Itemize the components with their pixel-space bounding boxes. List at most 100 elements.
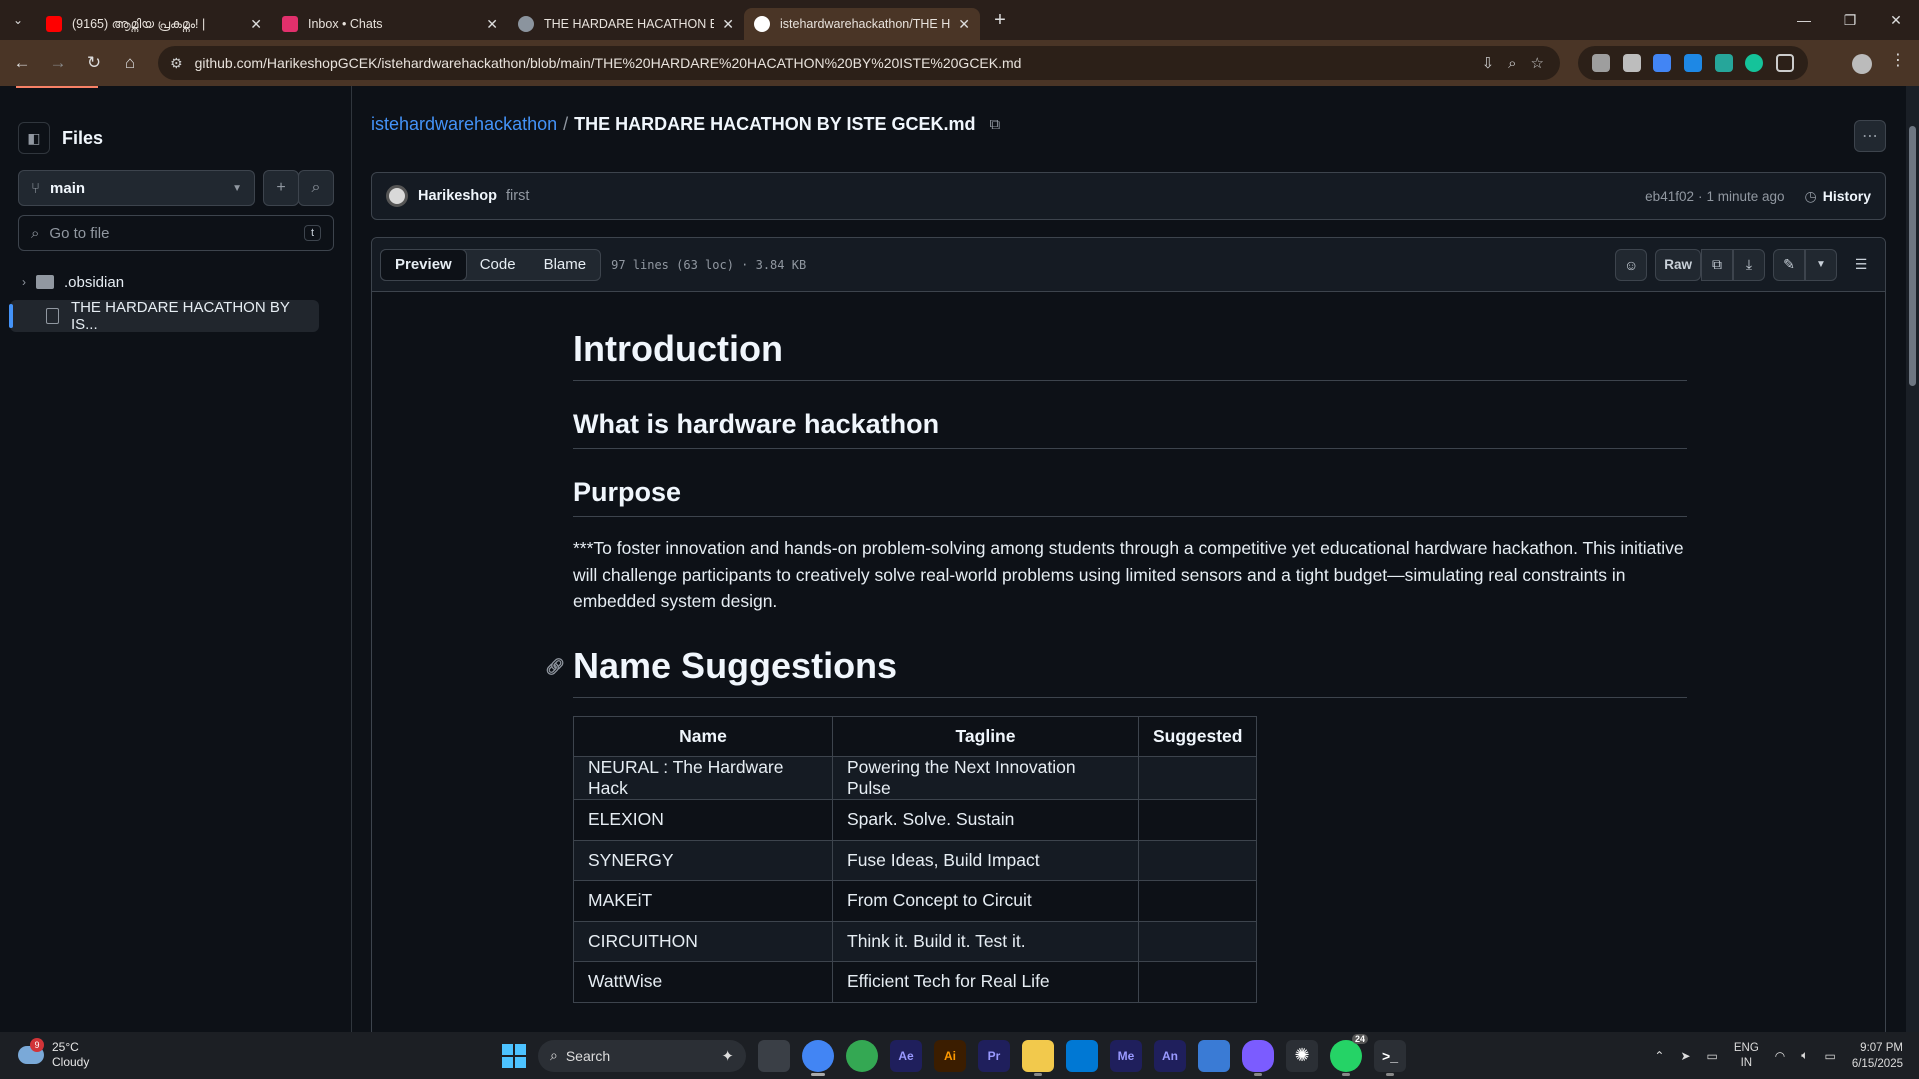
tab-search-button[interactable]: ⌄ (0, 0, 36, 40)
chrome-profile-icon[interactable] (846, 1039, 878, 1072)
commit-sha[interactable]: eb41f02 (1645, 189, 1694, 204)
cell-tagline: Efficient Tech for Real Life (832, 961, 1139, 1003)
page-scrollbar[interactable] (1906, 86, 1919, 1032)
browser-tab-youtube[interactable]: (9165) ആമ്നിയ പ്രകമ്നം! | ✕ (36, 8, 272, 40)
search-button[interactable]: ⌕ (298, 170, 334, 206)
premiere-icon[interactable]: Pr (978, 1039, 1010, 1072)
branch-selector[interactable]: ⑂ main ▼ (18, 170, 255, 206)
after-effects-icon[interactable]: Ae (890, 1039, 922, 1072)
raw-button[interactable]: Raw (1655, 248, 1701, 281)
close-tab-icon[interactable]: ✕ (486, 16, 498, 33)
purpose-paragraph: ***To foster innovation and hands-on pro… (573, 538, 1684, 611)
minimize-icon[interactable]: — (1781, 0, 1827, 40)
browser-tab-instagram[interactable]: Inbox • Chats ✕ (272, 8, 508, 40)
animate-icon[interactable]: An (1154, 1039, 1186, 1072)
table-row: CIRCUITHON Think it. Build it. Test it. (573, 920, 1258, 962)
home-icon[interactable]: ⌂ (112, 45, 148, 81)
volume-icon[interactable]: 🔈︎ (1801, 1048, 1808, 1063)
send-icon[interactable]: ➤ (1680, 1049, 1690, 1063)
tab-preview[interactable]: Preview (380, 248, 467, 281)
file-explorer-icon[interactable] (1022, 1039, 1054, 1076)
commit-author[interactable]: Harikeshop (418, 188, 497, 204)
cell-name: CIRCUITHON (573, 920, 833, 962)
chatgpt-icon[interactable]: ✺ (1286, 1039, 1318, 1072)
cell-suggested (1137, 839, 1258, 881)
more-options-button[interactable]: ⋯ (1854, 120, 1886, 152)
reload-icon[interactable]: ↻ (76, 45, 112, 81)
add-file-button[interactable]: + (263, 170, 299, 206)
install-app-icon[interactable]: ⇩ (1482, 54, 1495, 72)
wifi-icon[interactable]: ◠ (1775, 1049, 1785, 1063)
sidebar-title: Files (62, 127, 104, 148)
branch-icon: ⑂ (31, 179, 41, 197)
tree-item-obsidian[interactable]: › .obsidian (10, 266, 319, 298)
site-info-icon[interactable]: ⚙ (170, 55, 183, 72)
taskbar-search[interactable]: ⌕ Search ✦ (538, 1039, 746, 1072)
restore-icon[interactable]: ❐ (1827, 0, 1873, 40)
store-icon[interactable] (1066, 1039, 1098, 1072)
copy-path-icon[interactable]: ⧉ (990, 116, 1001, 133)
go-to-file-input[interactable]: ⌕ Go to file t (18, 215, 334, 251)
display-icon[interactable]: ▭ (1707, 1049, 1718, 1063)
new-tab-button[interactable]: + (986, 9, 1014, 32)
close-tab-icon[interactable]: ✕ (958, 16, 970, 33)
commit-message[interactable]: first (506, 188, 529, 204)
back-arrow-icon[interactable]: ← (4, 45, 40, 81)
forward-arrow-icon[interactable]: → (40, 45, 76, 81)
extension-icon[interactable] (1622, 54, 1641, 72)
grammarly-icon[interactable] (1745, 54, 1764, 72)
scrollbar-thumb[interactable] (1909, 126, 1916, 386)
author-avatar[interactable] (386, 185, 408, 207)
chevron-right-icon[interactable]: › (22, 275, 26, 289)
copilot-button[interactable]: ☺ (1614, 248, 1648, 281)
breadcrumb-repo-link[interactable]: istehardwarehackathon (371, 114, 557, 135)
extensions-group (1578, 46, 1808, 80)
profile-avatar[interactable] (1852, 54, 1872, 74)
extension-icon[interactable] (1683, 54, 1702, 72)
browser-tab-hackathon[interactable]: THE HARDARE HACATHON BY I ✕ (508, 8, 744, 40)
puzzle-icon[interactable] (1775, 54, 1794, 72)
close-tab-icon[interactable]: ✕ (250, 16, 262, 33)
copy-raw-icon[interactable]: ⧉ (1701, 248, 1733, 281)
tab-code[interactable]: Code (466, 250, 530, 280)
windows-taskbar: 9 25°C Cloudy ⌕ Search ✦ Ae Ai Pr Me An … (0, 1032, 1919, 1079)
file-viewer: Preview Code Blame 97 lines (63 loc) · 3… (371, 237, 1886, 1032)
chrome-icon[interactable] (802, 1039, 834, 1076)
battery-icon[interactable]: ▭ (1824, 1049, 1835, 1063)
extension-icon[interactable] (1592, 54, 1611, 72)
window-controls: — ❐ ✕ (1781, 0, 1919, 40)
download-icon[interactable]: ⤓ (1733, 248, 1765, 281)
language-indicator[interactable]: ENG IN (1734, 1041, 1759, 1071)
zoom-icon[interactable]: ⌕ (1508, 55, 1516, 72)
obsidian-icon[interactable] (1242, 1039, 1274, 1076)
link-anchor-icon[interactable]: 🔗︎ (545, 657, 565, 677)
browser-tab-github[interactable]: istehardwarehackathon/THE HA ✕ (744, 8, 980, 40)
tab-blame[interactable]: Blame (530, 250, 601, 280)
task-view-icon[interactable] (758, 1039, 790, 1072)
photos-icon[interactable] (1198, 1039, 1230, 1072)
extension-icon[interactable] (1714, 54, 1733, 72)
clock[interactable]: 9:07 PM 6/15/2025 (1852, 1040, 1903, 1072)
weather-widget[interactable]: 9 25°C Cloudy (18, 1038, 89, 1070)
collapse-sidebar-icon[interactable]: ◧ (18, 122, 50, 154)
history-button[interactable]: ◷ History (1805, 188, 1871, 205)
translate-icon[interactable] (1653, 54, 1672, 72)
close-window-icon[interactable]: ✕ (1873, 0, 1919, 40)
close-tab-icon[interactable]: ✕ (722, 16, 734, 33)
tree-item-readme[interactable]: THE HARDARE HACATHON BY IS... (9, 299, 319, 333)
browser-menu-icon[interactable]: ⋮ (1890, 50, 1906, 70)
media-encoder-icon[interactable]: Me (1110, 1039, 1142, 1072)
edit-pencil-icon[interactable]: ✎ (1773, 248, 1805, 281)
address-bar[interactable]: ⚙ github.com/HarikeshopGCEK/istehardware… (158, 46, 1560, 80)
outline-list-icon[interactable]: ☰ (1845, 249, 1877, 281)
whatsapp-icon[interactable]: 24 (1330, 1033, 1368, 1076)
chevron-up-icon[interactable]: ⌃ (1654, 1049, 1664, 1063)
bookmark-star-icon[interactable]: ☆ (1531, 54, 1544, 72)
windows-start-icon[interactable] (502, 1043, 526, 1068)
edit-dropdown-icon[interactable]: ▼ (1805, 248, 1837, 281)
go-to-file-placeholder: Go to file (49, 224, 110, 242)
history-icon: ◷ (1804, 187, 1817, 204)
breadcrumb-file-name: THE HARDARE HACATHON BY ISTE GCEK.md (574, 114, 976, 134)
illustrator-icon[interactable]: Ai (934, 1039, 966, 1072)
terminal-icon[interactable]: >_ (1374, 1039, 1406, 1076)
